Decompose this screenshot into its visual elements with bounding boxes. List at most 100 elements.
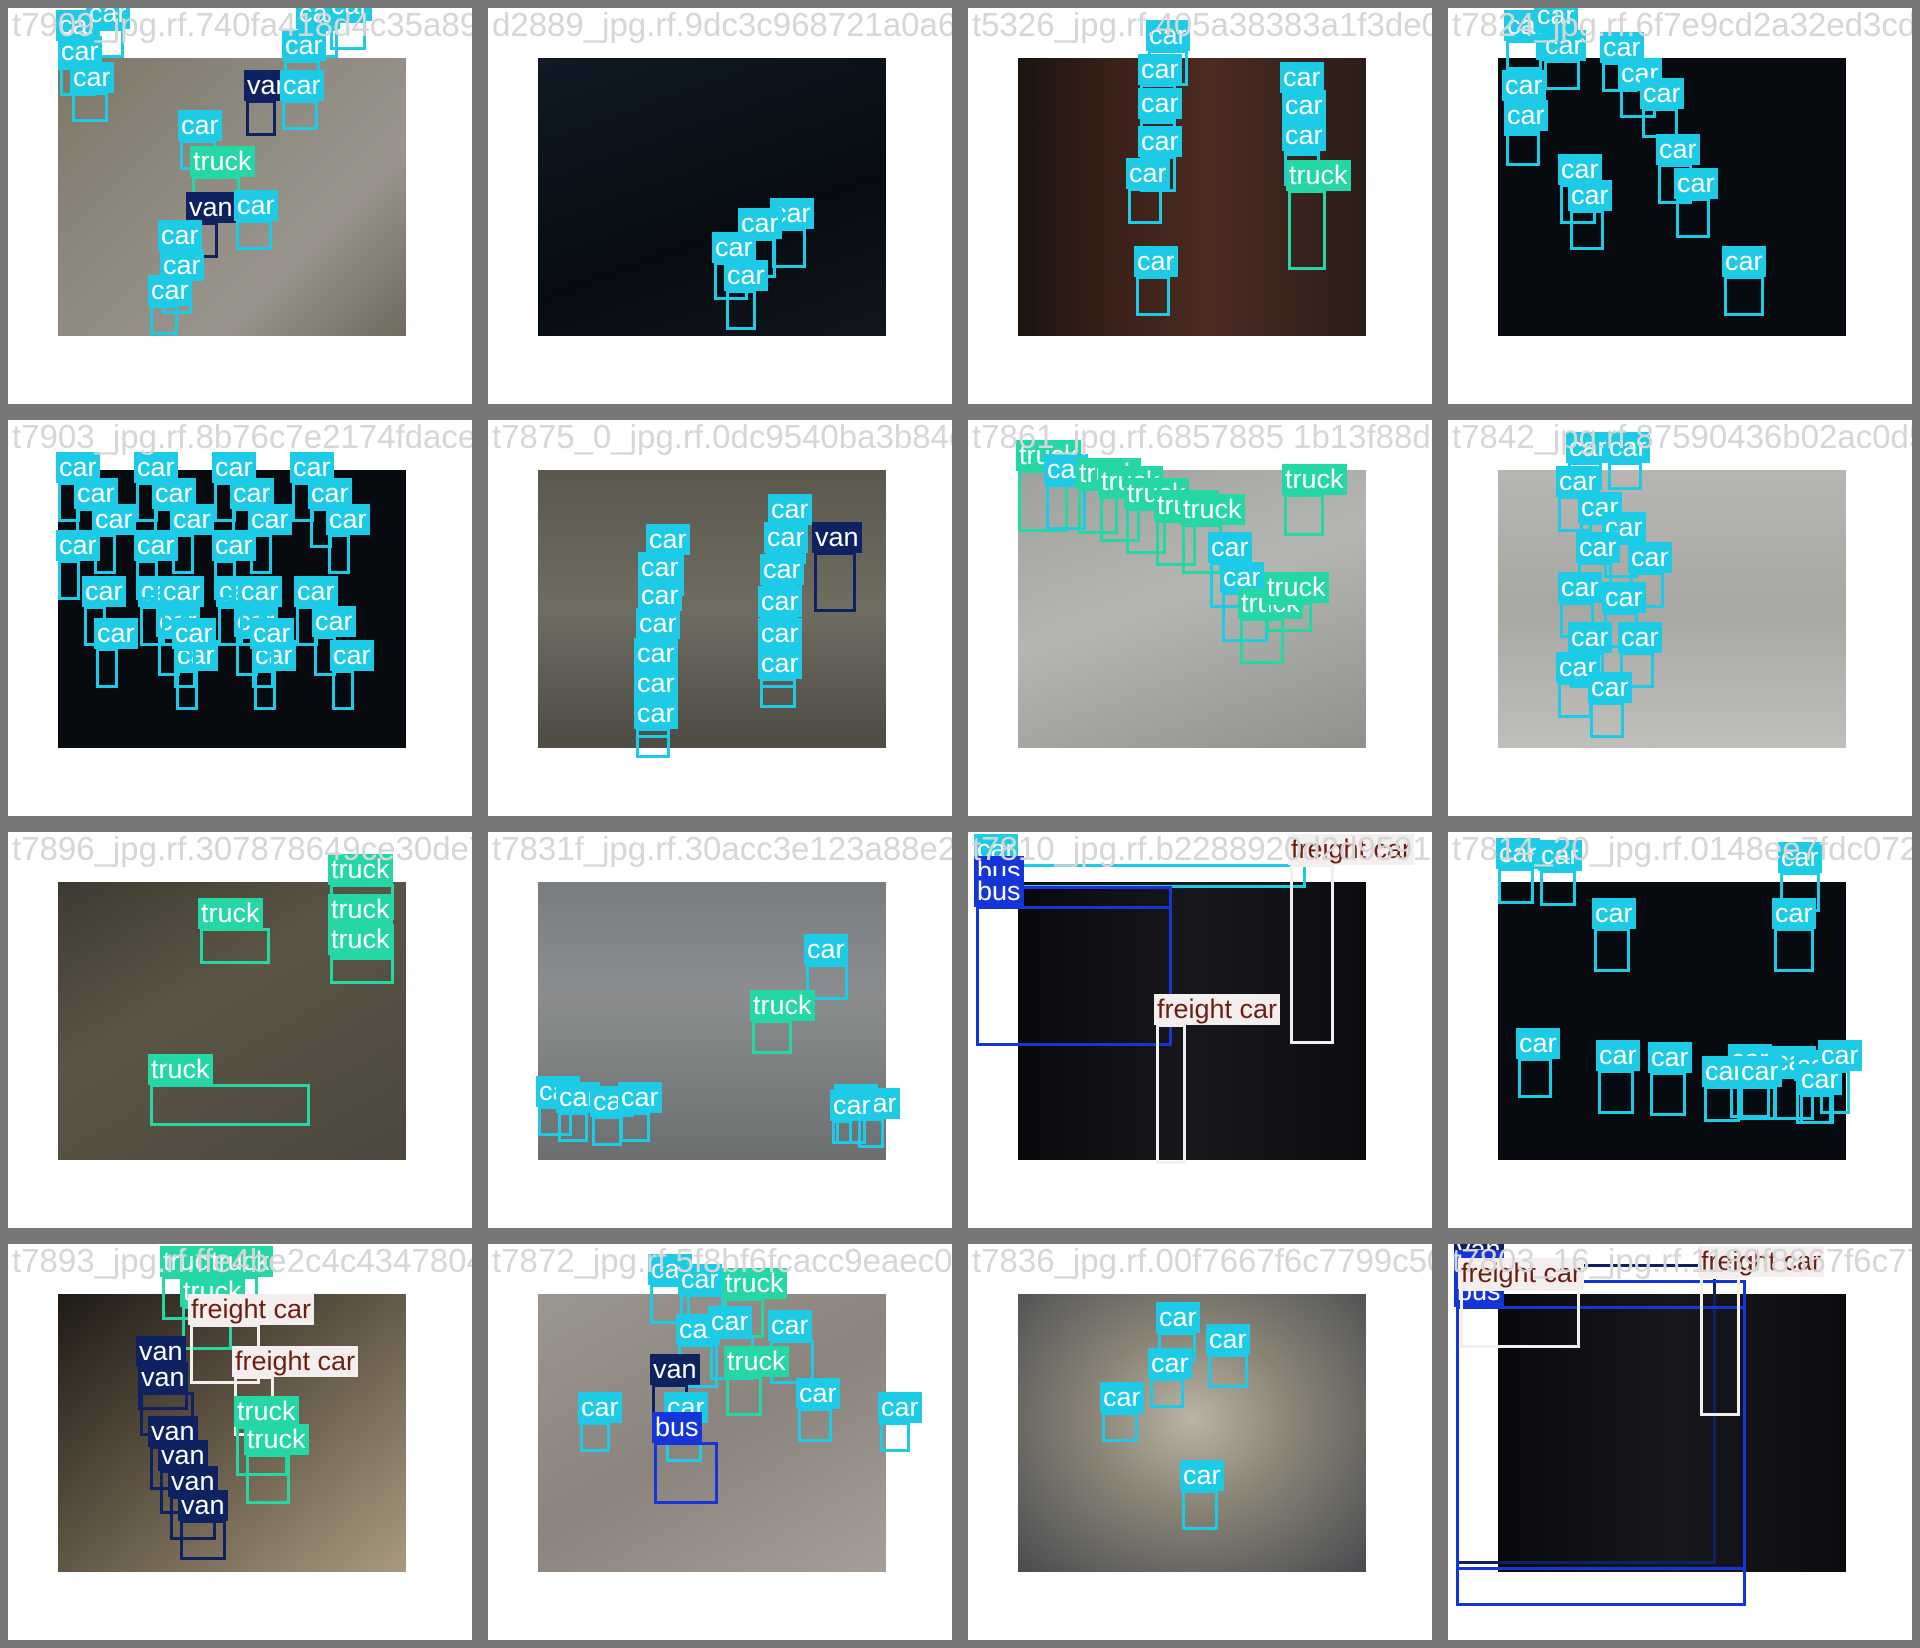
detection-box — [1182, 1490, 1218, 1530]
detection-label: car — [1134, 246, 1178, 277]
detection-box — [1284, 494, 1324, 536]
detection-box — [1150, 1378, 1184, 1408]
detection-label: car — [160, 576, 204, 607]
detection-label: car — [878, 1392, 922, 1423]
detection-label: car — [764, 522, 808, 553]
detection-box — [214, 560, 236, 600]
detection-box — [1136, 276, 1170, 316]
detection-box — [1594, 928, 1630, 972]
detection-label: car — [282, 30, 326, 61]
image-tile: car car car car car car car van car car truck van ca… — [0, 0, 480, 412]
detection-label: car — [1576, 532, 1620, 563]
image-tile: truck truck truck freight car van van freight … — [0, 1236, 480, 1648]
detection-box — [1570, 210, 1604, 250]
detection-box — [814, 552, 856, 612]
image-tile: car car car car car car car car truck car t5326_jp… — [960, 0, 1440, 412]
detection-label: truck — [328, 894, 393, 925]
detection-label: car — [1138, 54, 1182, 85]
image-tile: car car car car car car car car car car car car car v… — [480, 412, 960, 824]
detection-label: car — [634, 698, 678, 729]
detection-box — [1460, 1288, 1580, 1348]
detection-box — [1700, 1276, 1740, 1416]
detection-label: van — [178, 1490, 228, 1521]
detection-label: car — [1156, 1302, 1200, 1333]
detection-label: truck — [198, 898, 263, 929]
detection-label: truck — [722, 1268, 787, 1299]
detection-box — [1266, 602, 1312, 632]
detection-label: car — [1502, 70, 1546, 101]
detection-label: car — [1206, 1324, 1250, 1355]
detection-box — [1676, 198, 1710, 238]
detection-label: car — [578, 1392, 622, 1423]
detection-label: car — [830, 1090, 874, 1121]
detection-label: car — [1772, 898, 1816, 929]
detection-label: car — [638, 580, 682, 611]
detection-box — [976, 906, 1172, 1046]
detection-label: car — [250, 618, 294, 649]
detection-label: car — [1592, 898, 1636, 929]
detection-label: car — [1778, 842, 1822, 873]
image-tile: car car car car car car car car car car car car car t… — [1440, 0, 1920, 412]
detection-label: car — [234, 190, 278, 221]
detection-label: truck — [750, 990, 815, 1021]
detection-box — [760, 678, 796, 708]
detection-label: truck — [234, 1396, 299, 1427]
detection-box — [1558, 682, 1592, 718]
detection-box — [1774, 928, 1814, 972]
detection-label: car — [56, 530, 100, 561]
detection-box — [1598, 1070, 1634, 1114]
detection-box — [798, 1408, 832, 1442]
detection-label: car — [330, 640, 374, 671]
detection-label: truck — [1180, 494, 1245, 525]
image-filename: t7903_jpg.rf.8b76c7e2174fdace7e75b0e4609 — [12, 418, 480, 455]
detection-label: car — [312, 606, 356, 637]
detection-label: car — [1282, 90, 1326, 121]
detection-label: car — [94, 618, 138, 649]
detection-label: truck — [190, 146, 255, 177]
detection-label: freight car — [188, 1294, 315, 1325]
image-tile: car car car car car car car car car car car car car t… — [1440, 412, 1920, 824]
detection-box — [620, 1112, 650, 1142]
detection-box — [636, 728, 670, 758]
detection-label: car — [636, 608, 680, 639]
image-filename: t7831f_jpg.rf.30acc3e123a88e25 — [492, 830, 960, 867]
detection-label: car — [1138, 88, 1182, 119]
image-tile: vanbusbusfreight carfreight cart7803_16_… — [1440, 1236, 1920, 1648]
detection-box — [96, 648, 118, 688]
detection-box — [1208, 1354, 1248, 1388]
detection-label: truck — [208, 1246, 273, 1277]
detection-label: car — [326, 504, 370, 535]
detection-label: car — [1618, 622, 1662, 653]
detection-label: truck — [148, 1054, 213, 1085]
detection-label: freight car — [1698, 1246, 1825, 1277]
detection-box — [174, 648, 196, 688]
detection-box — [1102, 1412, 1138, 1442]
detection-label: car — [1722, 246, 1766, 277]
detection-label: car — [70, 62, 114, 93]
image-tile: cartruckcarcarcarcarcarcarcart7831f_jpg.… — [480, 824, 960, 1236]
detection-label: car — [1148, 1348, 1192, 1379]
detection-box — [246, 100, 276, 136]
detection-box — [72, 92, 108, 122]
detection-label: car — [1602, 582, 1646, 613]
detection-label: car — [1138, 126, 1182, 157]
detection-box — [1724, 276, 1764, 316]
image-filename: t7836_jpg.rf.00f7667f6c7799c50 — [972, 1242, 1440, 1279]
detection-label: car — [1282, 120, 1326, 151]
detection-label: car — [172, 618, 216, 649]
detection-box — [558, 1112, 588, 1142]
detection-label: car — [758, 618, 802, 649]
detection-box — [726, 290, 756, 330]
detection-label: car — [712, 232, 756, 263]
detection-box — [976, 864, 1306, 888]
detection-label: car — [1504, 100, 1548, 131]
detection-label: car — [1126, 158, 1170, 189]
image-filename: d2889_jpg.rf.9dc3c968721a0a60f53626b3676 — [492, 6, 957, 43]
detection-label: car — [1208, 532, 1252, 563]
detection-label: car — [768, 494, 812, 525]
detection-label: car — [1738, 1056, 1782, 1087]
detection-box — [1288, 190, 1326, 270]
detection-box — [880, 1422, 910, 1452]
detection-box — [832, 1120, 852, 1144]
detection-label: car — [678, 1264, 722, 1295]
